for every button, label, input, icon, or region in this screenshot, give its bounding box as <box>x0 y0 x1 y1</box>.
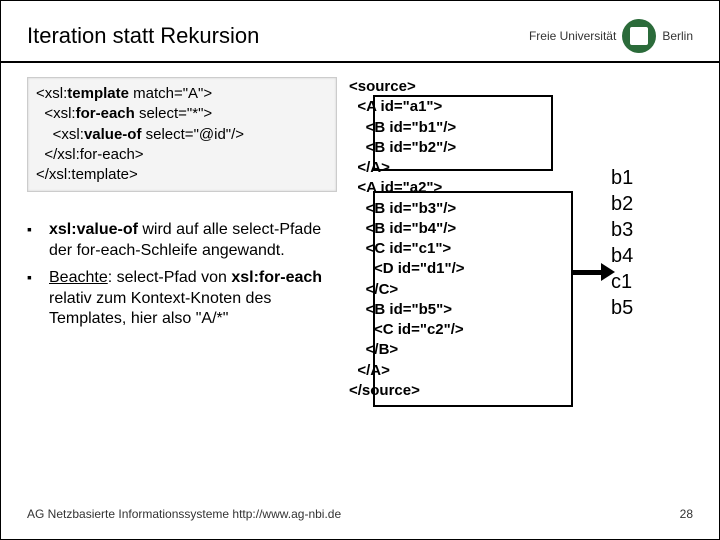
code-text: select="*"> <box>135 105 212 122</box>
left-column: <xsl:template match="A"> <xsl:for-each s… <box>27 77 337 401</box>
bullet-text: : select-Pfad von <box>108 269 232 286</box>
output-line: b4 <box>611 243 671 269</box>
output-line: b5 <box>611 295 671 321</box>
code-keyword: value-of <box>84 126 142 143</box>
code-text: <xsl: <box>36 85 67 102</box>
bullet-item: xsl:value-of wird auf alle select-Pfade … <box>27 220 337 262</box>
code-text: <xsl: <box>36 105 76 122</box>
logo-text-right: Berlin <box>662 29 693 43</box>
bullet-underline: Beachte <box>49 269 108 286</box>
highlight-box-1 <box>373 95 553 171</box>
code-text: match="A"> <box>129 85 212 102</box>
code-keyword: template <box>67 85 129 102</box>
xsl-code-box: <xsl:template match="A"> <xsl:for-each s… <box>27 77 337 192</box>
code-text: </xsl:template> <box>36 166 138 183</box>
code-text: </xsl:for-each> <box>36 146 144 163</box>
slide: Iteration statt Rekursion Freie Universi… <box>0 0 720 540</box>
header: Iteration statt Rekursion Freie Universi… <box>1 1 719 61</box>
bullet-item: Beachte: select-Pfad von xsl:for-each re… <box>27 268 337 330</box>
xml-line: <source> <box>349 78 416 95</box>
highlight-box-2 <box>373 191 573 407</box>
output-line: b3 <box>611 217 671 243</box>
code-text: <xsl: <box>36 126 84 143</box>
bullet-bold: xsl:value-of <box>49 221 138 238</box>
logo-text-left: Freie Universität <box>529 29 616 43</box>
university-logo: Freie Universität Berlin <box>529 19 693 53</box>
output-line: b1 <box>611 165 671 191</box>
content: <xsl:template match="A"> <xsl:for-each s… <box>1 63 719 401</box>
output-line: c1 <box>611 269 671 295</box>
xml-source-box: <source> <A id="a1"> <B id="b1"/> <B id=… <box>349 77 599 401</box>
middle-column: <source> <A id="a1"> <B id="b1"/> <B id=… <box>349 77 599 401</box>
code-text: select="@id"/> <box>141 126 244 143</box>
slide-title: Iteration statt Rekursion <box>27 23 259 49</box>
output-list: b1 b2 b3 b4 c1 b5 <box>611 165 671 321</box>
seal-icon <box>622 19 656 53</box>
code-keyword: for-each <box>76 105 135 122</box>
bullet-list: xsl:value-of wird auf alle select-Pfade … <box>27 220 337 330</box>
footer: AG Netzbasierte Informationssysteme http… <box>27 507 693 521</box>
footer-text: AG Netzbasierte Informationssysteme http… <box>27 507 341 521</box>
arrow-icon <box>573 263 615 281</box>
right-column: b1 b2 b3 b4 c1 b5 <box>611 77 671 401</box>
bullet-text: relativ zum Kontext-Knoten des Templates… <box>49 290 271 328</box>
bullet-bold: xsl:for-each <box>231 269 322 286</box>
page-number: 28 <box>680 507 693 521</box>
output-line: b2 <box>611 191 671 217</box>
